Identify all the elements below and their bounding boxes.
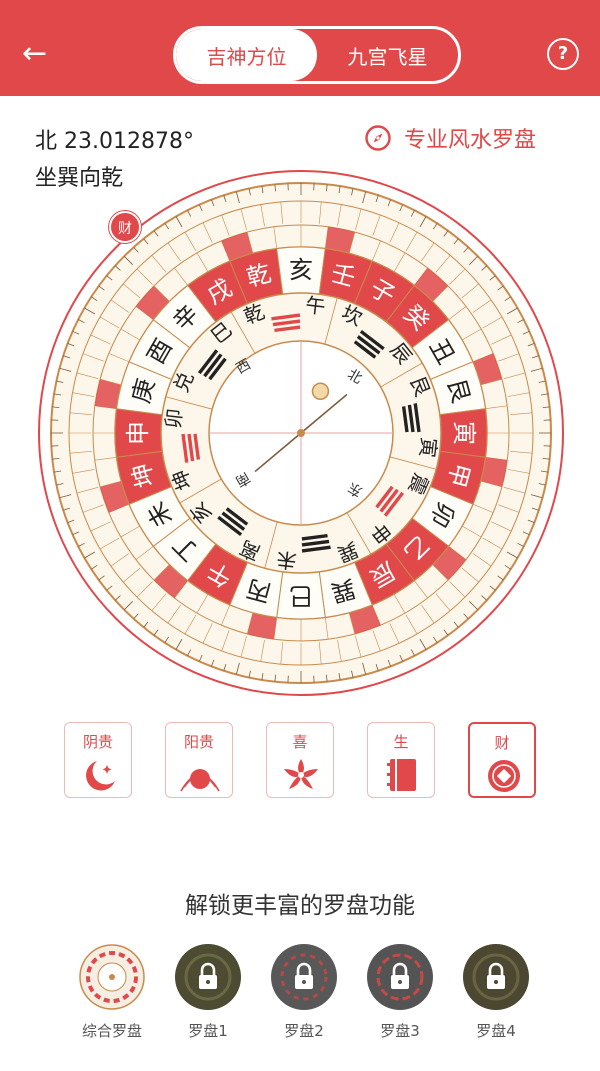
variant-compass-2[interactable]: 罗盘2: [256, 944, 352, 1041]
needle-pivot: [297, 429, 305, 437]
locked-compass-thumb: [367, 944, 433, 1010]
latitude-readout: 北 23.012878°: [35, 129, 194, 154]
variant-compass-1[interactable]: 罗盘1: [160, 944, 256, 1041]
compass-thumb-icon: [79, 944, 145, 1010]
variant-label: 罗盘2: [284, 1022, 324, 1040]
god-label: 阳贵: [183, 733, 214, 751]
help-icon[interactable]: ?: [547, 38, 579, 70]
sun-rise-icon: [180, 769, 220, 792]
locked-compass-thumb: [271, 944, 337, 1010]
variant-label: 罗盘1: [188, 1022, 228, 1040]
unlock-title: 解锁更丰富的罗盘功能: [185, 893, 415, 919]
god-button-wealth[interactable]: 财: [468, 722, 536, 798]
trigram-branch: 午: [304, 293, 327, 319]
back-arrow-icon[interactable]: ←: [22, 34, 62, 74]
variant-label: 综合罗盘: [81, 1022, 142, 1040]
flower-icon: [284, 759, 318, 789]
feng-shui-compass[interactable]: 戌乾亥壬子癸丑艮寅甲卯乙辰巽巳丙午丁未坤申庚酉辛乾午坎辰艮寅震申巽未离亥坤卯兑巳…: [36, 168, 566, 698]
variant-compass-3[interactable]: 罗盘3: [352, 944, 448, 1041]
god-button-yin-noble[interactable]: 阴贵: [64, 722, 132, 798]
mountain-label: 申: [124, 421, 152, 445]
compass-variant-list: 综合罗盘 罗盘1 罗盘2 罗盘3 罗盘4: [64, 944, 544, 1054]
coin-icon: [488, 760, 520, 792]
top-app-bar: ← 吉神方位 九宫飞星 ?: [0, 0, 600, 96]
trigram-branch: 寅: [415, 436, 441, 459]
tab-auspicious-directions[interactable]: 吉神方位: [176, 29, 317, 81]
tab-nine-palace-stars[interactable]: 九宫飞星: [317, 29, 458, 81]
compass-dial: 戌乾亥壬子癸丑艮寅甲卯乙辰巽巳丙午丁未坤申庚酉辛乾午坎辰艮寅震申巽未离亥坤卯兑巳…: [38, 170, 564, 696]
segmented-control: 吉神方位 九宫飞星: [173, 26, 461, 84]
god-label: 喜: [292, 733, 308, 751]
variant-label: 罗盘3: [380, 1022, 420, 1040]
wealth-badge: 财: [109, 211, 141, 243]
pro-compass-link[interactable]: 专业风水罗盘: [364, 122, 536, 154]
god-button-yang-noble[interactable]: 阳贵: [165, 722, 233, 798]
locked-compass-thumb: [175, 944, 241, 1010]
variant-label: 罗盘4: [476, 1022, 516, 1040]
variant-compass-4[interactable]: 罗盘4: [448, 944, 544, 1041]
god-label: 财: [494, 734, 510, 752]
god-label: 阴贵: [82, 733, 113, 751]
god-button-joy[interactable]: 喜: [266, 722, 334, 798]
trigram-branch: 未: [275, 547, 298, 573]
moon-star-icon: [86, 761, 115, 791]
god-label: 生: [393, 733, 409, 751]
god-selector: 阴贵 阳贵 喜 生 财: [64, 722, 536, 802]
book-icon: [387, 759, 416, 791]
compass-icon: [365, 125, 391, 151]
pro-compass-label: 专业风水罗盘: [404, 128, 537, 153]
god-button-birth[interactable]: 生: [367, 722, 435, 798]
mountain-label: 巳: [289, 582, 313, 610]
bubble-level: [311, 382, 330, 401]
mountain-label: 亥: [289, 256, 313, 284]
mountain-label: 寅: [450, 421, 478, 445]
trigram-branch: 卯: [161, 407, 187, 430]
locked-compass-thumb: [463, 944, 529, 1010]
variant-comprehensive[interactable]: 综合罗盘: [64, 944, 160, 1041]
